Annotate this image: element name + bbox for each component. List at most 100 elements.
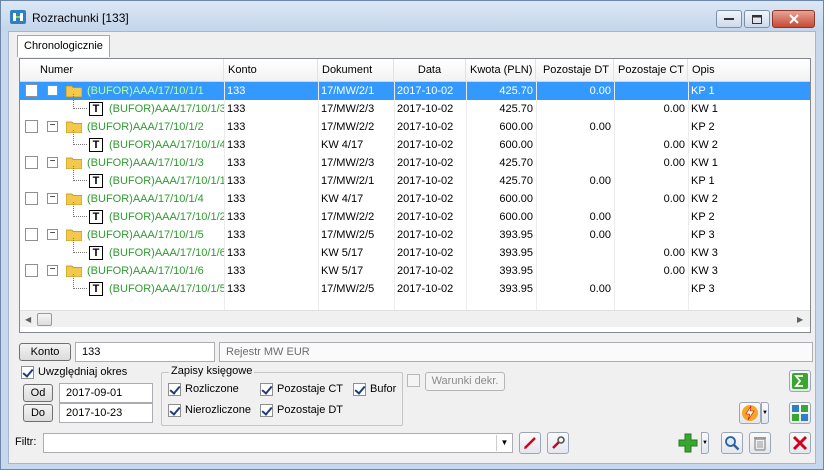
pozostaje-dt-checkbox[interactable] [260,404,273,417]
cell-kwota: 393.95 [499,283,533,295]
table-row[interactable]: − (BUFOR)AAA/17/10/1/5 133 17/MW/2/5 2017-10… [20,226,810,244]
cell-kwota: 600.00 [499,139,533,151]
collapse-icon[interactable]: − [47,121,58,132]
pozostaje-ct-label: Pozostaje CT [277,383,344,395]
document-type-icon: T [89,102,103,116]
col-header-dokument[interactable]: Dokument [318,59,394,82]
rozliczone-checkbox[interactable] [168,383,181,396]
grid-header: Numer Konto Dokument Data Kwota (PLN) Po… [20,59,810,82]
collapse-icon[interactable]: − [47,265,58,276]
row-select-checkbox[interactable] [25,84,38,97]
table-row[interactable]: − (BUFOR)AAA/17/10/1/2 133 17/MW/2/2 2017-10… [20,118,810,136]
collapse-icon[interactable]: − [47,229,58,240]
add-dropdown[interactable]: ▼ [701,432,709,454]
collapse-icon[interactable]: − [47,157,58,168]
horizontal-scrollbar[interactable]: ◀ ▶ [20,310,810,327]
table-row[interactable]: T (BUFOR)AAA/17/10/1/2 133 17/MW/2/2 2017-10… [20,202,810,226]
table-row[interactable]: T (BUFOR)AAA/17/10/1/5 133 17/MW/2/5 2017-10… [20,274,810,298]
col-header-pozostaje-dt[interactable]: Pozostaje DT [536,59,614,82]
col-header-kwota[interactable]: Kwota (PLN) [466,59,536,82]
cell-poz-dt [536,154,614,172]
filter-builder-button[interactable] [547,432,569,454]
add-button[interactable] [677,432,699,454]
cell-opis: KW 2 [691,193,718,205]
filtr-label: Filtr: [15,436,37,448]
warunki-dekr-button[interactable]: Warunki dekr. [425,372,505,391]
table-row[interactable]: − (BUFOR)AAA/17/10/1/4 133 KW 4/17 2017-10-0… [20,190,810,208]
clear-filter-button[interactable] [519,432,541,454]
close-window-button[interactable] [772,10,815,28]
minimize-button[interactable] [716,10,742,28]
table-row[interactable]: T (BUFOR)AAA/17/10/1/1 133 17/MW/2/1 2017-10… [20,166,810,190]
filtr-input[interactable] [43,433,513,453]
scroll-right-icon[interactable]: ▶ [797,315,803,324]
row-select-checkbox[interactable] [25,264,38,277]
tab-chronologicznie[interactable]: Chronologicznie [17,35,110,57]
cell-data: 2017-10-02 [397,283,454,295]
cell-opis: KW 3 [691,265,718,277]
maximize-button[interactable] [744,10,770,28]
scroll-thumb[interactable] [37,313,52,326]
warunki-dekr-checkbox[interactable] [407,374,420,387]
col-header-opis[interactable]: Opis [688,59,810,82]
pozostaje-ct-checkbox[interactable] [260,383,273,396]
bufor-checkbox[interactable] [353,383,366,396]
table-row[interactable]: − (BUFOR)AAA/17/10/1/6 133 KW 5/17 2017-10-0… [20,262,810,280]
od-date-input[interactable]: 2017-09-01 [59,383,153,403]
cell-numer: (BUFOR)AAA/17/10/1/2 [87,121,204,133]
cell-numer: (BUFOR)AAA/17/10/1/3 [109,103,224,115]
table-row[interactable]: T (BUFOR)AAA/17/10/1/3 133 17/MW/2/3 2017-10… [20,94,810,118]
nierozliczone-label: Nierozliczone [185,404,252,416]
table-row[interactable]: T (BUFOR)AAA/17/10/1/6 133 KW 5/17 2017-10-0… [20,238,810,262]
table-row[interactable]: − (BUFOR)AAA/17/10/1/1 133 17/MW/2/1 2017-10… [20,82,810,100]
row-select-checkbox[interactable] [25,192,38,205]
row-select-checkbox[interactable] [25,120,38,133]
do-date-input[interactable]: 2017-10-23 [59,403,153,423]
cell-numer: (BUFOR)AAA/17/10/1/2 [109,211,224,223]
table-row[interactable]: T (BUFOR)AAA/17/10/1/4 133 KW 4/17 2017-10-0… [20,130,810,154]
wrench-icon [552,436,565,449]
od-button[interactable]: Od [23,384,53,402]
do-button[interactable]: Do [23,404,53,422]
cell-data: 2017-10-02 [397,139,454,151]
cell-konto: 133 [227,211,246,223]
cell-konto: 133 [227,139,246,151]
operations-dropdown[interactable]: ▼ [761,402,769,424]
document-type-icon: T [89,174,103,188]
tree-connector [73,166,87,181]
cell-kwota: 600.00 [499,211,533,223]
preview-button[interactable] [721,432,743,454]
collapse-icon[interactable]: − [47,193,58,204]
sum-button[interactable] [789,370,811,392]
cell-dokument: 17/MW/2/2 [321,211,375,223]
collapse-icon[interactable]: − [47,85,58,96]
table-row[interactable]: − (BUFOR)AAA/17/10/1/3 133 17/MW/2/3 2017-10… [20,154,810,172]
col-header-numer[interactable]: Numer [20,59,224,82]
uwzgledniaj-okres-checkbox[interactable] [21,366,34,379]
col-header-pozostaje-ct[interactable]: Pozostaje CT [614,59,688,82]
close-button[interactable] [789,432,811,454]
rozrachunki-grid: Numer Konto Dokument Data Kwota (PLN) Po… [19,58,811,333]
scroll-left-icon[interactable]: ◀ [25,315,31,324]
document-type-icon: T [89,210,103,224]
tree-connector [73,94,87,109]
cell-poz-dt: 0.00 [589,85,611,97]
row-select-checkbox[interactable] [25,228,38,241]
filtr-dropdown-icon[interactable]: ▼ [496,435,512,451]
konto-input[interactable]: 133 [75,342,215,362]
row-select-checkbox[interactable] [25,156,38,169]
cell-poz-ct [614,118,688,136]
col-header-konto[interactable]: Konto [224,59,318,82]
cell-data: 2017-10-02 [397,265,454,277]
nierozliczone-checkbox[interactable] [168,404,181,417]
operations-button[interactable] [739,402,761,424]
delete-button[interactable] [749,432,771,454]
col-header-data[interactable]: Data [394,59,466,82]
structure-button[interactable] [789,402,811,424]
konto-button[interactable]: Konto [19,343,71,361]
cell-data: 2017-10-02 [397,193,454,205]
cell-opis: KP 2 [691,121,715,133]
cell-numer: (BUFOR)AAA/17/10/1/4 [87,193,204,205]
cell-dokument: KW 5/17 [321,247,364,259]
column-divider [536,82,537,310]
